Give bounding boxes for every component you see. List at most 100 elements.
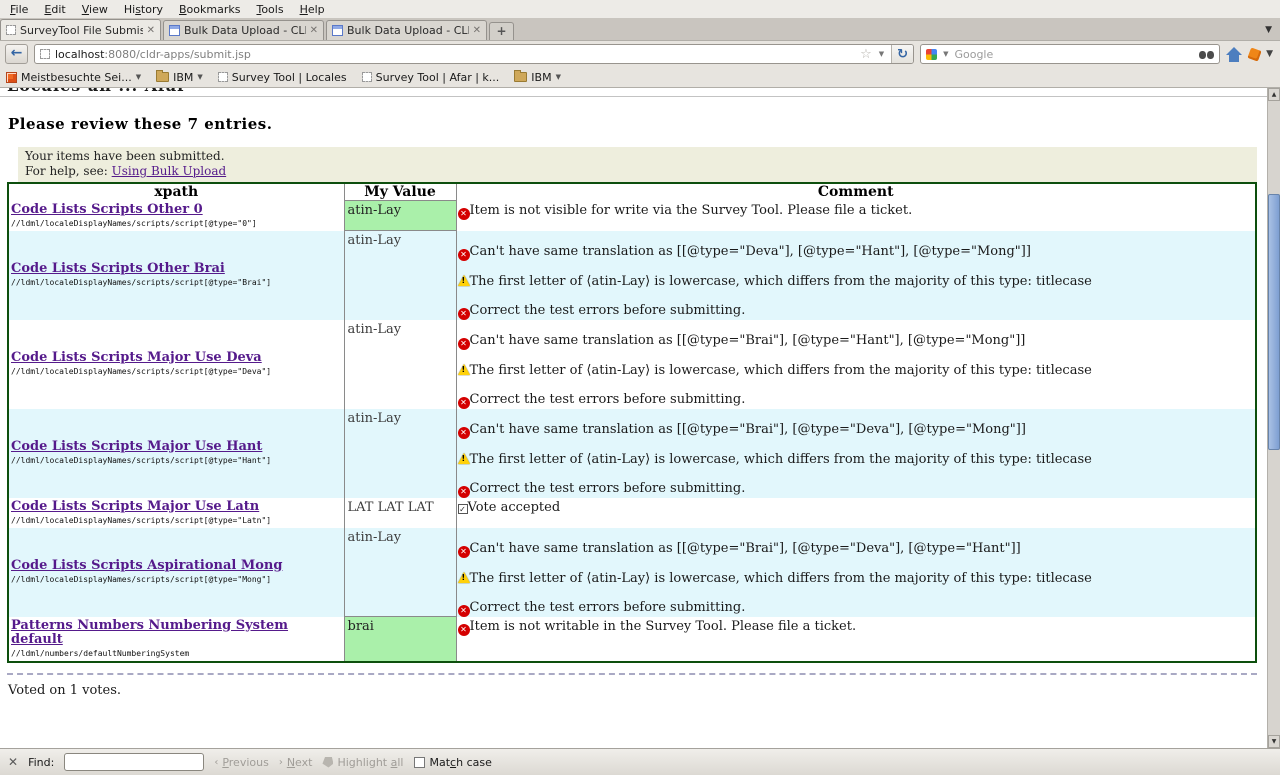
chevron-down-icon: ▼ — [556, 73, 561, 81]
using-bulk-upload-link[interactable]: Using Bulk Upload — [112, 164, 227, 178]
xpath-link[interactable]: Code Lists Scripts Major Use Hant — [11, 440, 342, 454]
dashed-divider — [7, 673, 1257, 675]
cldr-favicon — [169, 25, 180, 36]
tab-close-icon[interactable]: ✕ — [310, 25, 318, 36]
scroll-up-arrow-icon[interactable]: ▲ — [1268, 88, 1280, 101]
find-next-button[interactable]: ›Next — [279, 756, 313, 769]
comment-text: Correct the test errors before submittin… — [470, 481, 746, 496]
reload-button[interactable]: ↻ — [891, 45, 913, 63]
home-icon[interactable] — [1226, 47, 1243, 62]
find-input[interactable] — [64, 753, 204, 771]
extension-icon[interactable] — [1248, 47, 1262, 61]
xpath-link[interactable]: Patterns Numbers Numbering System defaul… — [11, 619, 342, 647]
tab-close-icon[interactable]: ✕ — [147, 25, 155, 36]
menu-file[interactable]: File — [2, 2, 36, 17]
error-icon: ✕ — [458, 249, 470, 261]
menu-help[interactable]: Help — [292, 2, 333, 17]
menu-edit[interactable]: Edit — [36, 2, 73, 17]
menu-history[interactable]: History — [116, 2, 171, 17]
scrollbar-track[interactable] — [1268, 101, 1280, 735]
xpath-link[interactable]: Code Lists Scripts Other 0 — [11, 203, 342, 217]
table-row: Code Lists Scripts Aspirational Mong //ld… — [8, 528, 1256, 617]
page-favicon — [40, 49, 50, 59]
tab-1[interactable]: SurveyTool File Submission | ...✕ — [0, 19, 161, 40]
error-icon: ✕ — [458, 308, 470, 320]
chevron-down-icon: ▼ — [197, 73, 202, 81]
col-header-my-value: My Value — [344, 183, 456, 201]
bookmark-label: Survey Tool | Locales — [232, 71, 347, 84]
comment-cell: ✕Can't have same translation as [[@type=… — [456, 231, 1256, 320]
bookmarks-bar: Meistbesuchte Sei...▼ IBM▼ Survey Tool | L… — [0, 67, 1280, 88]
error-icon: ✕ — [458, 208, 470, 220]
menu-tools[interactable]: Tools — [248, 2, 291, 17]
find-previous-button[interactable]: ‹ Previous — [214, 756, 269, 769]
warning-icon — [458, 364, 470, 375]
review-table-body: Code Lists Scripts Other 0 //ldml/localeD… — [8, 201, 1256, 662]
menu-view[interactable]: View — [74, 2, 116, 17]
comment-line: ✕Can't have same translation as [[@type=… — [458, 244, 1256, 261]
heading-rule — [0, 96, 1267, 97]
tab-3[interactable]: Bulk Data Upload - CLDR - Un...✕ — [326, 20, 487, 40]
tab-close-icon[interactable]: ✕ — [473, 25, 481, 36]
binoculars-search-icon[interactable] — [1199, 49, 1214, 60]
bookmark-item[interactable]: IBM▼ — [156, 71, 203, 84]
toolbar-overflow-chevron-icon[interactable]: ▼ — [1266, 49, 1275, 59]
xpath-link[interactable]: Code Lists Scripts Aspirational Mong — [11, 559, 342, 573]
comment-line: ✕Item is not visible for write via the S… — [458, 203, 1256, 220]
comment-text: The first letter of ⟨atin-Lay⟩ is lowerc… — [470, 452, 1092, 467]
menu-bookmarks[interactable]: Bookmarks — [171, 2, 248, 17]
url-text[interactable]: localhost:8080/cldr-apps/submit.jsp — [55, 48, 855, 61]
comment-text: Can't have same translation as [[@type="… — [470, 244, 1031, 259]
search-engine-chevron-icon[interactable]: ▼ — [941, 50, 950, 58]
xpath-cell: Code Lists Scripts Aspirational Mong //ld… — [8, 528, 344, 617]
xpath-link[interactable]: Code Lists Scripts Major Use Latn — [11, 500, 342, 514]
comment-text: The first letter of ⟨atin-Lay⟩ is lowerc… — [470, 571, 1092, 586]
match-case-label: Match case — [430, 756, 492, 769]
xpath-cell: Code Lists Scripts Major Use Latn//ldml/… — [8, 498, 344, 528]
table-row: Code Lists Scripts Major Use Hant//ldml/… — [8, 409, 1256, 498]
comment-line: ✕Correct the test errors before submitti… — [458, 392, 1256, 409]
find-bar: ✕ Find: ‹Previous ›Next Highlight all Ma… — [0, 748, 1280, 775]
comment-text: The first letter of ⟨atin-Lay⟩ is lowerc… — [470, 274, 1092, 289]
tab-2[interactable]: Bulk Data Upload - CLDR - Un...✕ — [163, 20, 324, 40]
search-box[interactable]: ▼ Google — [920, 44, 1220, 64]
url-host: localhost — [55, 48, 104, 61]
comment-text: Item is not writable in the Survey Tool.… — [470, 619, 857, 634]
comment-line: ✕Can't have same translation as [[@type=… — [458, 333, 1256, 350]
scroll-down-arrow-icon[interactable]: ▼ — [1268, 735, 1280, 748]
xpath-link[interactable]: Code Lists Scripts Other Brai — [11, 262, 342, 276]
xpath-link[interactable]: Code Lists Scripts Major Use Deva — [11, 351, 342, 365]
list-all-tabs-chevron-icon[interactable]: ▼ — [1259, 25, 1278, 40]
bookmark-star-icon[interactable]: ☆ — [860, 47, 872, 62]
chevron-left-icon: ‹ — [214, 757, 218, 768]
scrollbar-thumb[interactable] — [1268, 194, 1280, 450]
placeholder-favicon — [6, 25, 16, 35]
highlight-all-button[interactable]: Highlight all — [322, 756, 403, 769]
bookmark-item[interactable]: Meistbesuchte Sei...▼ — [6, 71, 141, 84]
bookmark-item[interactable]: IBM▼ — [514, 71, 561, 84]
table-row: Code Lists Scripts Major Use Deva//ldml/… — [8, 320, 1256, 409]
url-dropdown-chevron-icon[interactable]: ▼ — [877, 50, 886, 58]
findbar-close-icon[interactable]: ✕ — [8, 755, 18, 769]
url-bar[interactable]: localhost:8080/cldr-apps/submit.jsp ☆ ▼ … — [34, 44, 914, 64]
find-previous-label: Previous — [222, 756, 269, 769]
review-table: xpath My Value Comment Code Lists Script… — [7, 182, 1257, 663]
comment-text: Vote accepted — [468, 500, 561, 515]
match-case-toggle[interactable]: Match case — [414, 756, 492, 769]
comment-line: ✕Can't have same translation as [[@type=… — [458, 541, 1256, 558]
match-case-checkbox[interactable] — [414, 757, 425, 768]
checked-checkbox-icon[interactable]: ✓ — [458, 504, 468, 514]
comment-line: The first letter of ⟨atin-Lay⟩ is lowerc… — [458, 274, 1256, 290]
bookmark-item[interactable]: Survey Tool | Afar | k... — [362, 71, 500, 84]
back-button[interactable]: ← — [5, 44, 28, 64]
submission-notice: Your items have been submitted. For help… — [18, 147, 1257, 182]
comment-cell: ✓Vote accepted — [456, 498, 1256, 528]
vertical-scrollbar[interactable]: ▲ ▼ — [1267, 88, 1280, 748]
xpath-path: //ldml/localeDisplayNames/scripts/script… — [11, 575, 342, 584]
new-tab-button[interactable]: + — [489, 22, 514, 40]
my-value-cell: atin-Lay — [344, 409, 456, 498]
comment-cell: ✕Item is not writable in the Survey Tool… — [456, 617, 1256, 662]
search-placeholder: Google — [954, 48, 1195, 61]
xpath-cell: Code Lists Scripts Other 0//ldml/localeD… — [8, 201, 344, 231]
bookmark-item[interactable]: Survey Tool | Locales — [218, 71, 347, 84]
